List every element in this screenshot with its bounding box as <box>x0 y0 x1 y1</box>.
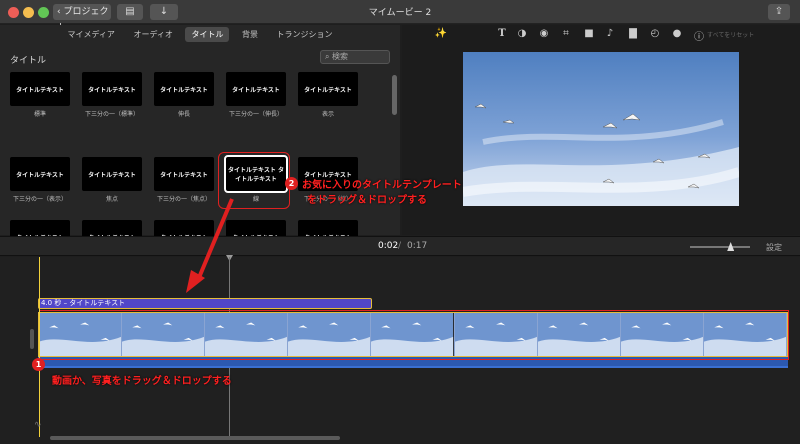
tab-backgrounds[interactable]: 背景 <box>236 27 264 42</box>
audio-strip[interactable] <box>38 357 788 368</box>
thumbnail-preview-text: タイトルテキスト <box>298 72 358 106</box>
timeline-left-handle[interactable] <box>30 329 34 349</box>
video-frame <box>122 313 206 356</box>
time-separator: / <box>398 241 402 251</box>
browser-tabs: マイメディア オーディオ タイトル 背景 トランジション <box>0 27 400 45</box>
video-frame <box>620 313 704 356</box>
viewer-panel: ✨ T ◑ ◉ ⌗ ■ ♪ ▇ ◴ ● ⓘ すべてをリセット <box>402 25 800 235</box>
title-clip[interactable]: 4.0 秒 – タイトルテキスト <box>38 298 372 309</box>
tab-audio[interactable]: オーディオ <box>127 27 178 42</box>
adjustment-toolbar: ✨ T ◑ ◉ ⌗ ■ ♪ ▇ ◴ ● ⓘ すべてをリセット <box>402 28 800 44</box>
title-template-thumbnail[interactable]: タイトルテキスト標準 <box>8 72 72 122</box>
close-window-button[interactable] <box>8 7 19 18</box>
video-frame <box>39 313 123 356</box>
info-icon[interactable]: ⓘ <box>692 28 706 43</box>
download-arrow-icon: ↓ <box>159 6 169 17</box>
search-input[interactable]: ⌕ 検索 <box>320 50 390 64</box>
title-template-thumbnail[interactable]: タイトルテキスト表示 <box>296 72 360 122</box>
thumbnail-preview-text: タイトルテキスト <box>10 72 70 106</box>
timeline-scrollbar[interactable] <box>50 436 340 440</box>
timeline[interactable]: 4.0 秒 – タイトルテキスト ∿ <box>0 255 800 444</box>
step2-text-line1: お気に入りのタイトルテンプレート <box>302 180 462 191</box>
video-frame <box>703 313 787 356</box>
thumbnail-caption: 下三分の一（表示） <box>12 196 67 203</box>
sky-seagulls-image <box>463 52 739 206</box>
thumbnail-caption: 伸長 <box>177 111 190 118</box>
tab-transitions[interactable]: トランジション <box>271 27 339 42</box>
video-preview[interactable] <box>463 52 739 206</box>
reset-all-button[interactable]: すべてをリセット <box>707 30 754 39</box>
transport-bar: 0:02 / 0:17 設定 <box>0 236 800 256</box>
title-template-thumbnail[interactable]: タイトルテキスト下三分の一（標準） <box>80 72 144 122</box>
title-template-thumbnail[interactable]: タイトルテキスト焦点 <box>80 157 144 207</box>
video-frame <box>537 313 621 356</box>
title-template-thumbnail[interactable]: タイトルテキスト下三分の一（焦点） <box>152 157 216 207</box>
volume-icon[interactable]: ♪ <box>603 28 617 39</box>
selected-template-highlight <box>218 152 290 209</box>
video-frame <box>288 313 372 356</box>
equalizer-icon[interactable]: ▇ <box>626 28 640 39</box>
video-clip[interactable] <box>38 312 788 357</box>
projects-back-button[interactable]: ‹ プロジェクト <box>53 4 111 33</box>
step1-badge: 1 <box>32 358 45 371</box>
audio-wave-icon: ∿ <box>34 420 42 430</box>
title-template-thumbnail[interactable]: タイトルテキスト下三分の一（伸長） <box>224 72 288 122</box>
thumbnail-caption: 下三分の一（伸長） <box>228 111 283 118</box>
total-time: 0:17 <box>407 241 428 251</box>
filmstrip-icon: ▤ <box>125 6 135 17</box>
step1-text: 動画か、写真をドラッグ＆ドロップする <box>52 376 232 387</box>
title-template-thumbnail[interactable]: タイトルテキスト伸長 <box>152 72 216 122</box>
playhead[interactable] <box>39 257 40 437</box>
share-icon: ⇪ <box>774 6 784 17</box>
camera-icon[interactable]: ■ <box>582 28 596 39</box>
filter-icon[interactable]: ● <box>670 28 684 39</box>
title-template-thumbnail[interactable]: タイトルテキスト下三分の一（表示） <box>8 157 72 207</box>
tab-my-media[interactable]: マイメディア <box>61 27 120 42</box>
current-time: 0:02 <box>378 241 399 251</box>
chevron-left-icon: ‹ <box>57 7 61 17</box>
title-bar: ‹ プロジェクト ▤ ↓ マイムービー 2 ⇪ <box>0 0 800 33</box>
media-import-button[interactable]: ▤ <box>117 4 143 20</box>
share-button[interactable]: ⇪ <box>768 4 790 20</box>
thumbnail-caption: 下三分の一（焦点） <box>156 196 211 203</box>
search-icon: ⌕ <box>325 52 330 61</box>
browser-scrollbar[interactable] <box>392 75 397 115</box>
palette-icon[interactable]: ◉ <box>537 28 551 39</box>
minimize-window-button[interactable] <box>23 7 34 18</box>
thumbnail-caption: 下三分の一（標準） <box>84 111 139 118</box>
thumbnail-preview-text: タイトルテキスト <box>82 72 142 106</box>
import-button[interactable]: ↓ <box>150 4 178 20</box>
step2-text-line2: をドラッグ＆ドロップする <box>307 195 427 206</box>
thumbnail-preview-text: タイトルテキスト <box>154 157 214 191</box>
step2-badge: 2 <box>285 177 298 190</box>
video-frame <box>454 313 538 356</box>
section-label: タイトル <box>10 56 47 66</box>
thumbnail-preview-text: タイトルテキスト <box>82 157 142 191</box>
color-balance-icon[interactable]: ◑ <box>515 28 529 39</box>
video-frame <box>205 313 289 356</box>
magic-wand-icon[interactable]: ✨ <box>434 28 448 39</box>
zoom-window-button[interactable] <box>38 7 49 18</box>
thumbnail-caption: 表示 <box>321 111 334 118</box>
text-icon[interactable]: T <box>495 28 509 39</box>
thumbnail-caption: 標準 <box>33 111 46 118</box>
video-frame <box>371 313 455 356</box>
thumbnail-preview-text: タイトルテキスト <box>154 72 214 106</box>
crop-icon[interactable]: ⌗ <box>559 28 573 39</box>
search-placeholder: 検索 <box>332 52 349 61</box>
speed-icon[interactable]: ◴ <box>648 28 662 39</box>
settings-button[interactable]: 設定 <box>766 242 782 253</box>
thumbnail-preview-text: タイトルテキスト <box>10 157 70 191</box>
thumbnail-preview-text: タイトルテキスト <box>226 72 286 106</box>
thumbnail-caption: 焦点 <box>105 196 118 203</box>
tab-titles[interactable]: タイトル <box>185 27 230 42</box>
zoom-slider[interactable] <box>690 246 750 248</box>
